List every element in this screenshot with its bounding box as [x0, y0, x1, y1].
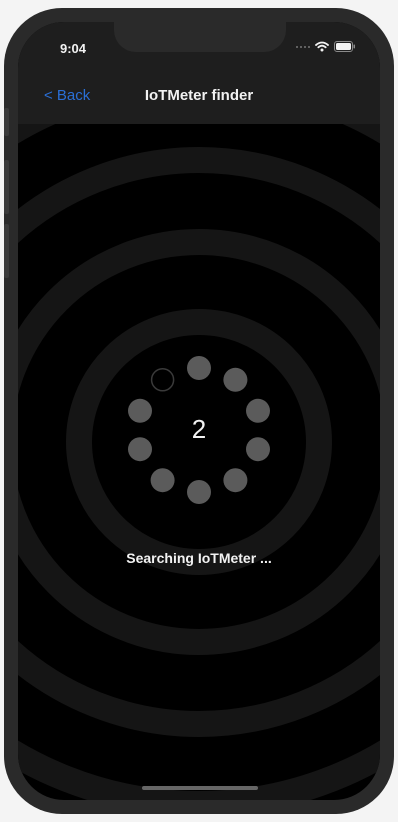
- mute-switch: [4, 108, 9, 136]
- spinner-dot: [187, 480, 211, 504]
- spinner-dot: [150, 468, 175, 493]
- spinner-dot: [223, 367, 248, 392]
- screen: 9:04 < Back IoTMeter finder 2 Searching …: [18, 22, 380, 800]
- volume-down-button: [4, 224, 9, 278]
- loading-spinner: [128, 356, 270, 504]
- device-count: 2: [191, 414, 207, 444]
- volume-up-button: [4, 160, 9, 214]
- phone-frame: 9:04 < Back IoTMeter finder 2 Searching …: [4, 8, 394, 814]
- spinner-dot: [187, 356, 211, 380]
- spinner-dot: [223, 468, 248, 493]
- spinner-dot-empty: [150, 368, 175, 392]
- home-indicator[interactable]: [142, 786, 258, 790]
- searching-status-text: Searching IoTMeter ...: [126, 550, 272, 566]
